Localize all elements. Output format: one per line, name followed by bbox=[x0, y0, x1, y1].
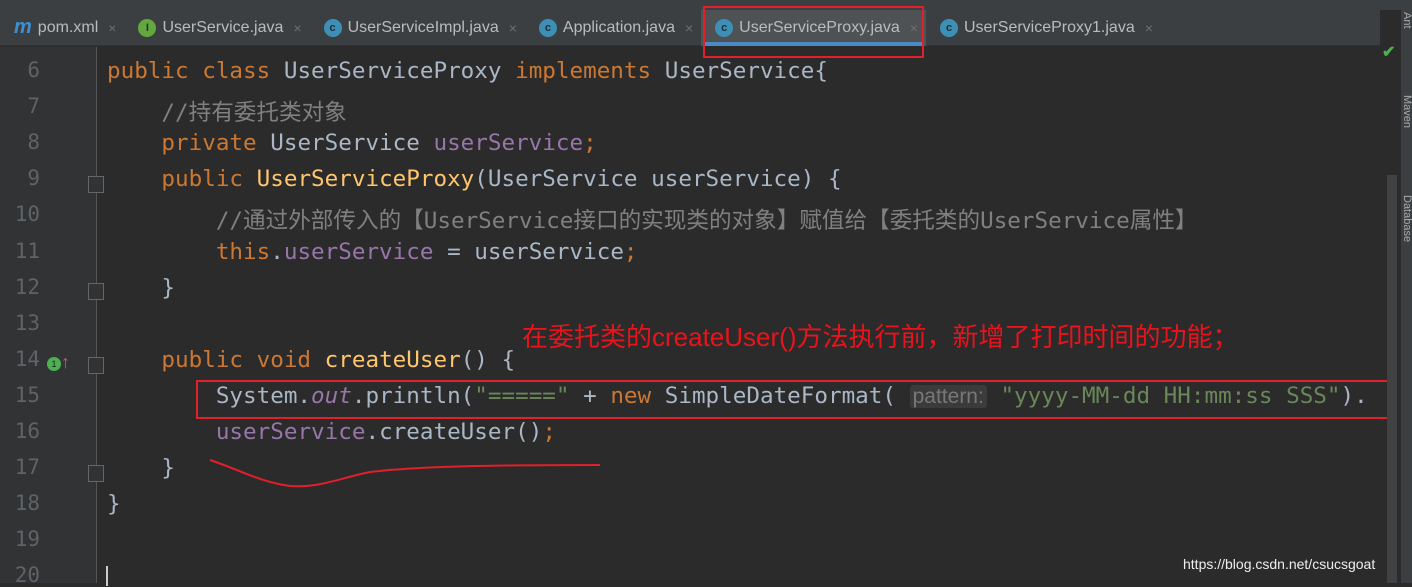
tool-maven[interactable]: Maven bbox=[1401, 95, 1412, 128]
line-number: 12 bbox=[14, 274, 40, 299]
line-number: 11 bbox=[14, 238, 40, 263]
line-number: 18 bbox=[14, 491, 40, 516]
line-number: 20 bbox=[14, 563, 40, 587]
vertical-scrollbar[interactable] bbox=[1387, 175, 1397, 583]
line-number: 19 bbox=[14, 527, 40, 552]
tool-ant[interactable]: Ant bbox=[1401, 12, 1412, 29]
line-number: 13 bbox=[14, 310, 40, 335]
watermark: https://blog.csdn.net/csucsgoat bbox=[1183, 556, 1376, 572]
line-number: 14 bbox=[14, 346, 40, 371]
line-number: 15 bbox=[14, 382, 40, 407]
line-number: 8 bbox=[27, 130, 40, 155]
inspection-ok-icon[interactable]: ✔ bbox=[1382, 42, 1395, 62]
line-number: 10 bbox=[14, 202, 40, 227]
line-number: 7 bbox=[27, 94, 40, 119]
tool-database[interactable]: Database bbox=[1401, 195, 1412, 242]
hand-drawn-underline bbox=[209, 459, 601, 488]
line-number: 16 bbox=[14, 419, 40, 443]
line-number: 17 bbox=[14, 455, 40, 480]
line-number: 6 bbox=[27, 58, 40, 82]
line-number: 9 bbox=[27, 166, 40, 191]
